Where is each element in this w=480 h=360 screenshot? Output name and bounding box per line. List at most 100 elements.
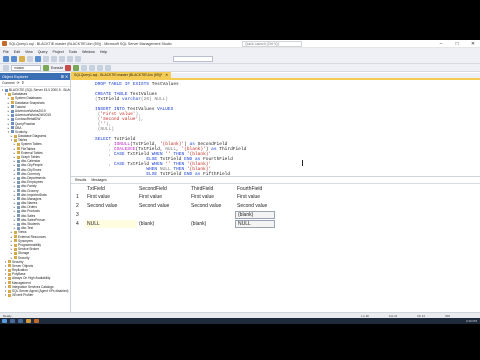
grid-cell[interactable]: Second value [137,202,189,210]
folder-icon [14,243,17,247]
table-icon [17,222,20,226]
char-number: Ch 11 [417,313,425,318]
sql-code-editor[interactable]: DROP TABLE IF EXISTS TestValues CREATE TA… [71,80,480,177]
connect-icon[interactable] [3,64,9,71]
code-line: (NULL) [95,127,114,133]
table-icon [17,201,20,205]
windows-taskbar: 3:29 PM [0,318,480,324]
maximize-icon[interactable]: □ [450,40,464,48]
database-icon [11,105,14,109]
grid-cell[interactable] [137,211,189,219]
forward-icon[interactable] [11,56,17,62]
grid-cell[interactable]: NULL [235,220,275,228]
object-explorer-panel: Object Explorer ⊞ ✕ Connect ⟳ ⊽ ▾ BLACKTI… [0,73,71,312]
insert-mode: INS [444,313,450,318]
expand-chevron-icon[interactable]: ▸ [13,226,16,230]
grid-cell[interactable]: First value [137,193,189,201]
folder-icon [17,143,20,147]
back-icon[interactable] [3,56,9,62]
grid-cell[interactable]: (blank) [137,220,189,228]
folder-icon [8,260,11,264]
grid-cell[interactable]: First value [235,193,275,201]
display-plan-icon[interactable] [81,64,88,71]
parse-icon[interactable] [73,64,80,71]
grid-cell[interactable]: First value [189,193,235,201]
code-token: DROP TABLE IF EXISTS [95,82,152,87]
grid-corner [75,185,85,193]
tab-results[interactable]: Results [75,178,86,182]
menu-tools[interactable]: Tools [69,50,77,54]
comment-icon[interactable] [97,64,104,71]
menu-project[interactable]: Project [53,50,64,54]
results-to-grid-icon[interactable] [89,64,96,71]
copy-icon[interactable] [51,56,57,62]
grid-cell[interactable]: First value [85,193,137,201]
tab-messages[interactable]: Messages [91,178,106,182]
uncomment-icon[interactable] [105,64,112,71]
grid-cell[interactable] [85,211,137,219]
menu-help[interactable]: Help [100,50,107,54]
grid-cell[interactable]: Second value [235,202,275,210]
open-file-icon[interactable] [27,56,33,62]
cut-icon[interactable] [43,56,49,62]
menu-edit[interactable]: Edit [14,50,20,54]
database-select[interactable]: master [11,64,41,71]
undo-icon[interactable] [67,56,73,62]
redo-icon[interactable] [75,56,81,62]
menu-view[interactable]: View [25,50,33,54]
grid-cell[interactable]: Second value [85,202,137,210]
minimize-icon[interactable]: – [434,40,448,48]
menu-file[interactable]: File [3,50,9,54]
menu-bar: File Edit View Query Project Tools Window Help [0,48,480,55]
table-icon [17,168,20,172]
menu-query[interactable]: Query [38,50,48,54]
database-icon [11,122,14,126]
new-query-icon[interactable] [19,56,25,62]
menu-window[interactable]: Window [82,50,95,54]
grid-cell[interactable]: Second value [189,202,235,210]
row-number: 4 [76,221,79,227]
start-icon[interactable] [2,319,7,323]
query-tab[interactable]: SQLQuery1.sql - BLACKTIE.master (BLACKTI… [71,72,172,78]
code-token: ) [165,97,168,102]
pin-icon[interactable]: ⊞ ✕ [61,74,68,79]
execute-button[interactable]: Execute [51,66,63,70]
close-icon[interactable]: ✕ [466,40,480,48]
folder-icon [8,285,11,289]
table-icon [17,218,20,222]
grid-cell[interactable]: (blank) [235,211,275,219]
row-number: 1 [76,194,79,200]
grid-cell[interactable] [189,211,235,219]
folder-icon [11,101,14,105]
code-line: DROP TABLE IF EXISTS TestValues [95,82,179,88]
query-editor-area: SQLQuery1.sql - BLACKTIE.master (BLACKTI… [71,72,480,312]
filter-icon[interactable]: ⊽ [21,81,23,85]
quick-launch-input[interactable]: Quick Launch (Ctrl+Q) [242,40,302,47]
close-tab-icon[interactable]: ✕ [165,73,168,77]
tree-node[interactable]: ▾BLACKTIE (SQL Server 15.0.2000.5 - BLAC… [0,88,70,92]
grid-cell[interactable]: NULL [85,220,137,228]
title-bar: SQLQuery1.sql - BLACKTIE.master (BLACKTI… [0,40,480,48]
clock: 3:29 PM [465,319,477,323]
code-token: VALUES [157,107,174,112]
grid-row: 2 Second value Second value Second value Sec… [75,202,275,210]
connect-dropdown[interactable]: Connect [2,81,15,85]
expand-chevron-icon[interactable]: ▾ [4,293,7,297]
grid-cell[interactable]: (blank) [189,220,235,228]
tree-node[interactable]: ▾ SQL Server Agent (Agent XPs disabled) [0,289,70,293]
refresh-icon[interactable]: ⟳ [17,81,20,85]
solution-config-select[interactable] [173,56,213,62]
save-icon[interactable] [35,56,41,62]
cancel-query-icon[interactable] [65,64,72,71]
folder-icon [8,277,11,281]
task-view-icon[interactable] [18,319,23,323]
folder-icon [8,264,11,268]
folder-icon [8,268,11,272]
paste-icon[interactable] [59,56,65,62]
file-explorer-icon[interactable] [26,319,31,323]
execute-icon[interactable] [43,64,49,71]
ssms-taskbar-icon[interactable] [34,319,39,323]
search-icon[interactable] [10,319,15,323]
tree-node[interactable]: ▾ XEvent Profiler [0,293,70,297]
